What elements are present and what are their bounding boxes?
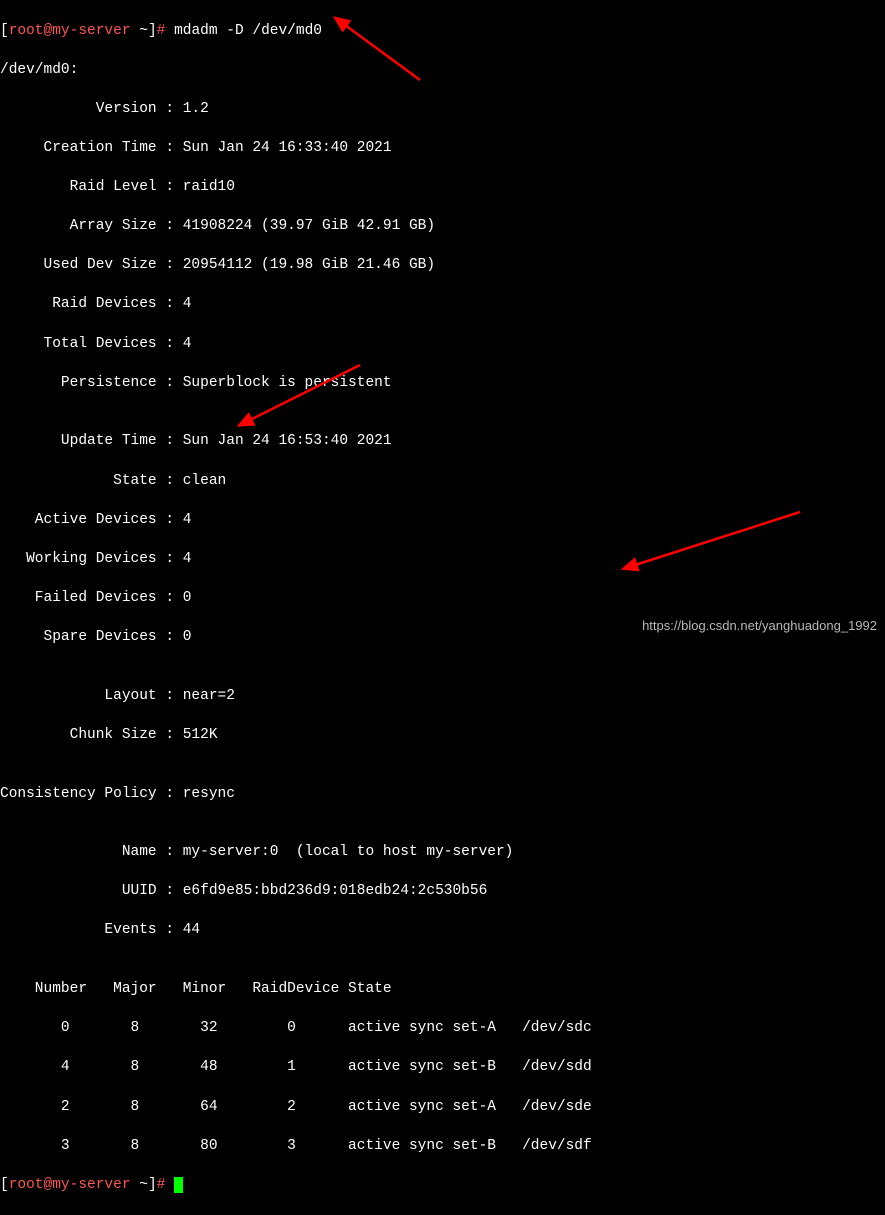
info-creation-time: Creation Time : Sun Jan 24 16:33:40 2021: [0, 139, 885, 159]
prompt-hash: #: [157, 1177, 174, 1193]
info-update-time: Update Time : Sun Jan 24 16:53:40 2021: [0, 432, 885, 452]
info-used-dev-size: Used Dev Size : 20954112 (19.98 GiB 21.4…: [0, 256, 885, 276]
prompt-host: my-server: [52, 23, 130, 39]
bracket-open: [: [0, 23, 9, 39]
info-layout: Layout : near=2: [0, 687, 885, 707]
info-working-devices: Working Devices : 4: [0, 550, 885, 570]
device-table-row-2: 2 8 64 2 active sync set-A /dev/sde: [0, 1098, 885, 1118]
prompt-line-2[interactable]: [root@my-server ~]#: [0, 1176, 885, 1196]
command-text: mdadm -D /dev/md0: [174, 23, 322, 39]
device-table-header: Number Major Minor RaidDevice State: [0, 980, 885, 1000]
info-total-devices: Total Devices : 4: [0, 335, 885, 355]
info-active-devices: Active Devices : 4: [0, 511, 885, 531]
cursor-icon: [174, 1177, 183, 1193]
info-name: Name : my-server:0 (local to host my-ser…: [0, 843, 885, 863]
info-array-size: Array Size : 41908224 (39.97 GiB 42.91 G…: [0, 217, 885, 237]
info-raid-devices: Raid Devices : 4: [0, 295, 885, 315]
info-raid-level: Raid Level : raid10: [0, 178, 885, 198]
info-uuid: UUID : e6fd9e85:bbd236d9:018edb24:2c530b…: [0, 882, 885, 902]
info-persistence: Persistence : Superblock is persistent: [0, 374, 885, 394]
watermark-text: https://blog.csdn.net/yanghuadong_1992: [642, 617, 877, 635]
bracket-close: ]: [148, 23, 157, 39]
prompt-at: @: [44, 23, 53, 39]
prompt-host: my-server: [52, 1177, 130, 1193]
info-failed-devices: Failed Devices : 0: [0, 589, 885, 609]
info-chunk-size: Chunk Size : 512K: [0, 726, 885, 746]
prompt-user: root: [9, 23, 44, 39]
prompt-path: ~: [131, 1177, 148, 1193]
device-line: /dev/md0:: [0, 61, 885, 81]
prompt-path: ~: [131, 23, 148, 39]
prompt-at: @: [44, 1177, 53, 1193]
device-table-row-3: 3 8 80 3 active sync set-B /dev/sdf: [0, 1137, 885, 1157]
prompt-line-1[interactable]: [root@my-server ~]# mdadm -D /dev/md0: [0, 22, 885, 42]
prompt-user: root: [9, 1177, 44, 1193]
info-events: Events : 44: [0, 921, 885, 941]
terminal-output: [root@my-server ~]# mdadm -D /dev/md0 /d…: [0, 0, 885, 1215]
info-consistency-policy: Consistency Policy : resync: [0, 785, 885, 805]
device-table-row-1: 4 8 48 1 active sync set-B /dev/sdd: [0, 1058, 885, 1078]
prompt-hash: #: [157, 23, 174, 39]
info-version: Version : 1.2: [0, 100, 885, 120]
device-table-row-0: 0 8 32 0 active sync set-A /dev/sdc: [0, 1019, 885, 1039]
info-state: State : clean: [0, 472, 885, 492]
bracket-open: [: [0, 1177, 9, 1193]
bracket-close: ]: [148, 1177, 157, 1193]
